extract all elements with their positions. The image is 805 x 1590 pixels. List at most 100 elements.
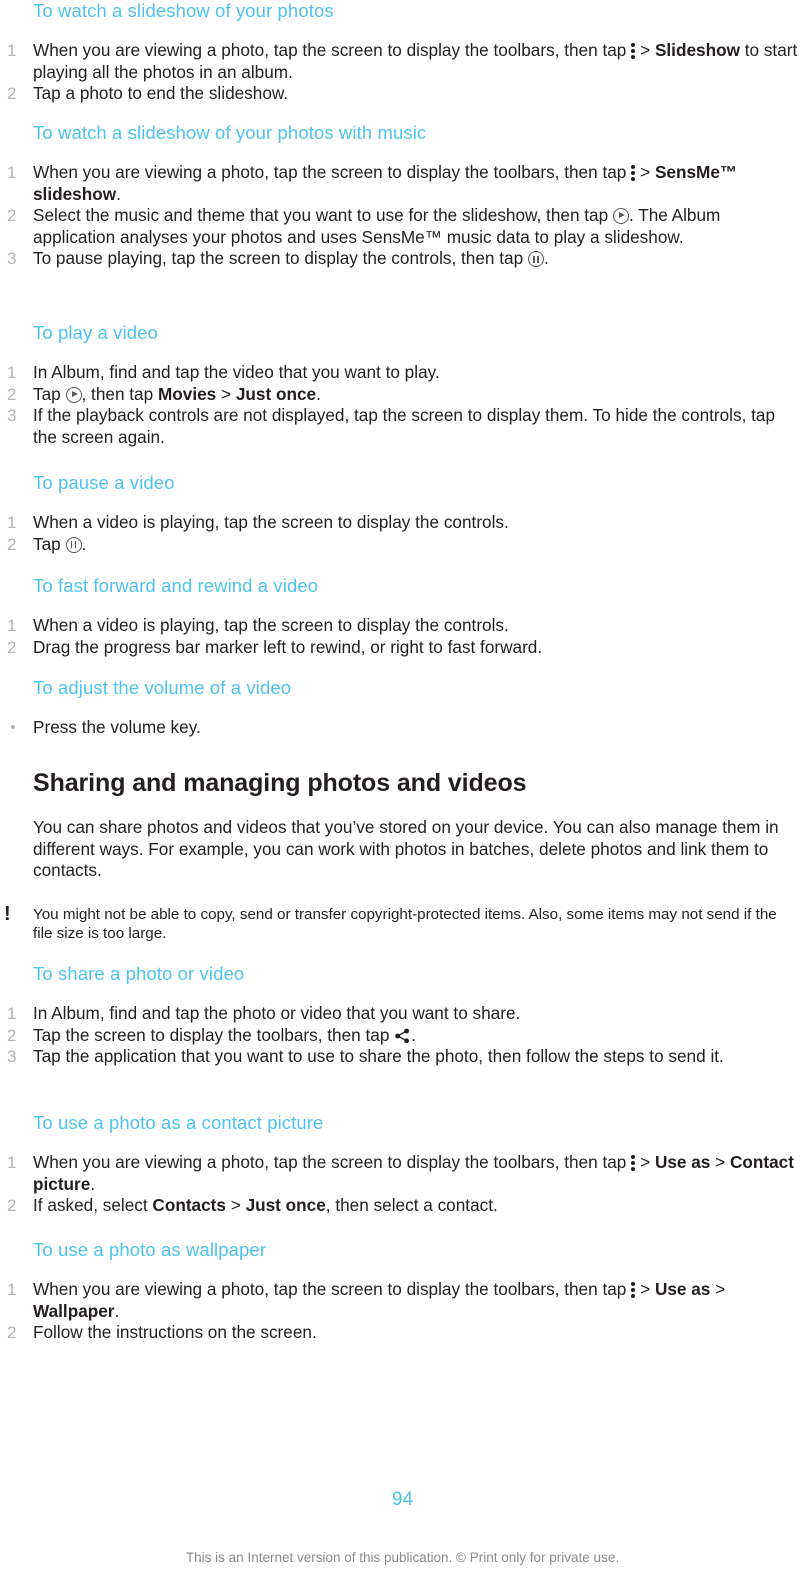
- step-item: Press the volume key.: [0, 717, 805, 739]
- step-item: 1 When you are viewing a photo, tap the …: [0, 1152, 805, 1195]
- step-text-part: Tap: [33, 533, 66, 554]
- step-item: 2 Tap , then tap Movies > Just once.: [0, 384, 805, 406]
- steps-wallpaper: 1 When you are viewing a photo, tap the …: [0, 1279, 805, 1344]
- menu-item-movies: Movies: [157, 383, 217, 404]
- step-number: 2: [7, 637, 17, 657]
- chevron-separator: >: [640, 1152, 655, 1172]
- step-text-part: When you are viewing a photo, tap the sc…: [33, 1279, 627, 1299]
- copyright-note: ! You might not be able to copy, send or…: [0, 902, 805, 943]
- menu-item-contacts: Contacts: [152, 1195, 226, 1215]
- section-sharing-managing: Sharing and managing photos and videos Y…: [0, 768, 805, 943]
- step-text-part: Tap the application that you want to use…: [33, 1046, 724, 1066]
- step-item: 2 Tap the screen to display the toolbars…: [0, 1025, 805, 1047]
- step-text-part: .: [543, 248, 549, 268]
- chevron-separator: >: [640, 1279, 655, 1299]
- step-number: 3: [7, 1047, 17, 1066]
- share-icon: [394, 1028, 411, 1044]
- heading-to-play-a-video: To play a video: [33, 322, 158, 343]
- steps-slideshow-music: 1 When you are viewing a photo, tap the …: [0, 162, 805, 270]
- step-item: 2 Select the music and theme that you wa…: [0, 205, 805, 248]
- step-text-part: Follow the instructions on the screen.: [33, 1322, 317, 1342]
- step-text-part: Tap: [33, 383, 66, 404]
- steps-play-video: 1 In Album, find and tap the video that …: [0, 362, 805, 448]
- step-item: 1 In Album, find and tap the photo or vi…: [0, 1003, 805, 1025]
- heading-use-photo-as-wallpaper: To use a photo as wallpaper: [33, 1239, 267, 1260]
- step-item: 2 If asked, select Contacts > Just once,…: [0, 1195, 805, 1217]
- section-fast-forward-rewind: To fast forward and rewind a video 1 Whe…: [0, 575, 805, 658]
- step-text-part: In Album, find and tap the photo or vide…: [33, 1003, 521, 1023]
- steps-contact-picture: 1 When you are viewing a photo, tap the …: [0, 1152, 805, 1217]
- step-number: 2: [7, 1196, 17, 1215]
- step-text-part: .: [81, 533, 87, 554]
- step-text-part: When you are viewing a photo, tap the sc…: [33, 40, 627, 60]
- menu-item-use-as: Use as: [654, 1152, 711, 1172]
- step-item: 1 When you are viewing a photo, tap the …: [0, 1279, 805, 1322]
- overflow-menu-icon: [631, 164, 636, 181]
- heading-share-photo-or-video: To share a photo or video: [33, 963, 245, 984]
- step-number: 1: [7, 616, 17, 635]
- steps-fast-forward-rewind: 1 When a video is playing, tap the scree…: [0, 615, 805, 658]
- step-number: 2: [7, 206, 17, 225]
- step-text-part: .: [411, 1024, 416, 1045]
- section-slideshow: To watch a slideshow of your photos 1 Wh…: [0, 0, 805, 105]
- step-number: 1: [7, 363, 17, 382]
- step-item: 1 When you are viewing a photo, tap the …: [0, 162, 805, 205]
- pause-icon: [65, 536, 82, 553]
- step-number: 1: [7, 1280, 17, 1299]
- section-adjust-volume: To adjust the volume of a video Press th…: [0, 677, 805, 739]
- step-text-part: When you are viewing a photo, tap the sc…: [33, 1152, 627, 1172]
- section-contact-picture: To use a photo as a contact picture 1 Wh…: [0, 1112, 805, 1217]
- step-text-part: .: [316, 383, 321, 404]
- step-text-part: .: [114, 1300, 120, 1321]
- heading-to-pause-a-video: To pause a video: [33, 472, 175, 493]
- step-item: 2 Drag the progress bar marker left to r…: [0, 637, 805, 659]
- section-share-photo: To share a photo or video 1 In Album, fi…: [0, 963, 805, 1068]
- step-item: 2 Follow the instructions on the screen.: [0, 1322, 805, 1344]
- step-number: 1: [7, 1153, 17, 1172]
- step-text-part: Tap the screen to display the toolbars, …: [33, 1024, 395, 1045]
- step-number: 3: [7, 249, 17, 268]
- page-number: 94: [391, 1489, 414, 1510]
- step-text-part: Press the volume key.: [33, 717, 201, 737]
- sharing-body-paragraph: You can share photos and videos that you…: [33, 817, 779, 880]
- step-text-part: If the playback controls are not display…: [33, 405, 776, 447]
- chevron-separator: >: [710, 1152, 730, 1172]
- play-icon: [612, 208, 629, 224]
- heading-slideshow-with-music: To watch a slideshow of your photos with…: [33, 122, 427, 143]
- overflow-menu-icon: [631, 1281, 636, 1298]
- step-item: 3 To pause playing, tap the screen to di…: [0, 248, 805, 270]
- chevron-separator: >: [710, 1279, 726, 1299]
- step-item: 1 When you are viewing a photo, tap the …: [0, 40, 805, 83]
- heading-adjust-volume: To adjust the volume of a video: [33, 677, 292, 698]
- note-text: You might not be able to copy, send or t…: [33, 905, 777, 942]
- warning-icon: !: [4, 902, 11, 925]
- step-number: 2: [7, 534, 17, 554]
- pause-icon: [527, 251, 544, 267]
- step-item: 1 In Album, find and tap the video that …: [0, 362, 805, 384]
- chevron-separator: >: [640, 40, 655, 60]
- heading-use-photo-as-contact-picture: To use a photo as a contact picture: [33, 1112, 324, 1133]
- step-text-part: , then select a contact.: [325, 1195, 498, 1215]
- overflow-menu-icon: [631, 42, 636, 59]
- step-number: 1: [7, 513, 17, 532]
- step-number: 2: [7, 84, 17, 103]
- section-pause-video: To pause a video 1 When a video is playi…: [0, 472, 805, 555]
- section-slideshow-music: To watch a slideshow of your photos with…: [0, 122, 805, 270]
- steps-slideshow: 1 When you are viewing a photo, tap the …: [0, 40, 805, 105]
- step-text-part: In Album, find and tap the video that yo…: [33, 362, 440, 382]
- step-number: 3: [7, 406, 17, 425]
- step-text-part: To pause playing, tap the screen to disp…: [33, 248, 528, 268]
- steps-adjust-volume: Press the volume key.: [0, 717, 805, 739]
- section-wallpaper: To use a photo as wallpaper 1 When you a…: [0, 1239, 805, 1344]
- step-text-part: If asked, select: [33, 1195, 153, 1215]
- step-number: 1: [7, 41, 17, 60]
- step-number: 2: [7, 1025, 17, 1045]
- step-text-part: .: [90, 1173, 96, 1194]
- step-text-part: , then tap: [81, 383, 158, 404]
- step-item: 1 When a video is playing, tap the scree…: [0, 615, 805, 637]
- menu-item-just-once: Just once: [235, 383, 317, 404]
- manual-page: To watch a slideshow of your photos 1 Wh…: [0, 0, 805, 1590]
- chevron-separator: >: [225, 1195, 246, 1215]
- step-item: 3 Tap the application that you want to u…: [0, 1046, 805, 1068]
- play-icon: [65, 386, 82, 403]
